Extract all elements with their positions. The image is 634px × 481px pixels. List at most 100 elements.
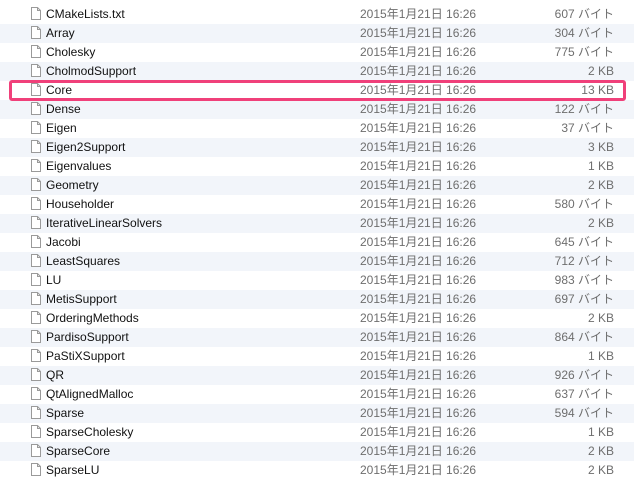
file-row[interactable]: Cholesky 2015年1月21日 16:26 775 バイト	[0, 43, 634, 62]
file-size: 3 KB	[587, 140, 614, 154]
file-size: 712 バイト	[554, 254, 614, 268]
file-date: 2015年1月21日 16:26	[360, 26, 477, 40]
file-row[interactable]: Eigenvalues 2015年1月21日 16:26 1 KB	[0, 157, 634, 176]
document-icon	[31, 121, 41, 134]
file-size: 607 バイト	[554, 7, 614, 21]
file-date: 2015年1月21日 16:26	[360, 387, 477, 401]
file-date: 2015年1月21日 16:26	[360, 197, 477, 211]
file-row[interactable]: QR 2015年1月21日 16:26 926 バイト	[0, 366, 634, 385]
file-date: 2015年1月21日 16:26	[360, 83, 477, 97]
file-row[interactable]: CMakeLists.txt 2015年1月21日 16:26 607 バイト	[0, 5, 634, 24]
file-row[interactable]: MetisSupport 2015年1月21日 16:26 697 バイト	[0, 290, 634, 309]
file-name: Geometry	[46, 178, 99, 192]
file-name: Core	[46, 83, 73, 97]
file-row[interactable]: IterativeLinearSolvers 2015年1月21日 16:26 2 …	[0, 214, 634, 233]
file-date: 2015年1月21日 16:26	[360, 254, 477, 268]
file-date: 2015年1月21日 16:26	[360, 140, 477, 154]
file-date: 2015年1月21日 16:26	[360, 349, 477, 363]
file-row[interactable]: Geometry 2015年1月21日 16:26 2 KB	[0, 176, 634, 195]
file-name: CholmodSupport	[46, 64, 137, 78]
file-row[interactable]: Eigen 2015年1月21日 16:26 37 バイト	[0, 119, 634, 138]
document-icon	[31, 235, 41, 248]
file-date: 2015年1月21日 16:26	[360, 444, 477, 458]
file-size: 864 バイト	[554, 330, 614, 344]
document-icon	[31, 216, 41, 229]
document-icon	[31, 140, 41, 153]
file-row[interactable]: QtAlignedMalloc 2015年1月21日 16:26 637 バイト	[0, 385, 634, 404]
file-size: 37 バイト	[561, 121, 614, 135]
document-icon	[31, 159, 41, 172]
file-row[interactable]: SparseCore 2015年1月21日 16:26 2 KB	[0, 442, 634, 461]
file-row[interactable]: PaStiXSupport 2015年1月21日 16:26 1 KB	[0, 347, 634, 366]
file-size: 304 バイト	[554, 26, 614, 40]
file-name: Array	[46, 26, 75, 40]
file-size: 645 バイト	[554, 235, 614, 249]
file-date: 2015年1月21日 16:26	[360, 235, 477, 249]
document-icon	[31, 102, 41, 115]
file-name: QtAlignedMalloc	[46, 387, 134, 401]
file-size: 1 KB	[587, 159, 614, 173]
file-date: 2015年1月21日 16:26	[360, 425, 477, 439]
file-size: 637 バイト	[554, 387, 614, 401]
file-row[interactable]: Sparse 2015年1月21日 16:26 594 バイト	[0, 404, 634, 423]
file-name: Eigen2Support	[46, 140, 126, 154]
file-name: PardisoSupport	[46, 330, 129, 344]
document-icon	[31, 406, 41, 419]
document-icon	[31, 463, 41, 476]
document-icon	[31, 7, 41, 20]
file-date: 2015年1月21日 16:26	[360, 368, 477, 382]
file-name: IterativeLinearSolvers	[46, 216, 163, 230]
file-date: 2015年1月21日 16:26	[360, 330, 477, 344]
file-name: Householder	[46, 197, 115, 211]
file-row[interactable]: SparseCholesky 2015年1月21日 16:26 1 KB	[0, 423, 634, 442]
file-row[interactable]: LU 2015年1月21日 16:26 983 バイト	[0, 271, 634, 290]
file-size: 983 バイト	[554, 273, 614, 287]
file-size: 1 KB	[587, 425, 614, 439]
file-size: 2 KB	[587, 216, 614, 230]
file-row[interactable]: Householder 2015年1月21日 16:26 580 バイト	[0, 195, 634, 214]
file-row[interactable]: Jacobi 2015年1月21日 16:26 645 バイト	[0, 233, 634, 252]
file-row[interactable]: LeastSquares 2015年1月21日 16:26 712 バイト	[0, 252, 634, 271]
file-size: 2 KB	[587, 64, 614, 78]
file-name: Sparse	[46, 406, 85, 420]
file-name: Eigenvalues	[46, 159, 112, 173]
file-size: 1 KB	[587, 349, 614, 363]
file-date: 2015年1月21日 16:26	[360, 64, 477, 78]
file-row[interactable]: CholmodSupport 2015年1月21日 16:26 2 KB	[0, 62, 634, 81]
file-size: 2 KB	[587, 444, 614, 458]
file-name: Eigen	[46, 121, 77, 135]
file-date: 2015年1月21日 16:26	[360, 406, 477, 420]
file-name: SparseLU	[46, 463, 100, 477]
file-name: Jacobi	[46, 235, 81, 249]
file-date: 2015年1月21日 16:26	[360, 463, 477, 477]
file-date: 2015年1月21日 16:26	[360, 102, 477, 116]
file-date: 2015年1月21日 16:26	[360, 216, 477, 230]
file-name: MetisSupport	[46, 292, 117, 306]
file-row[interactable]: Eigen2Support 2015年1月21日 16:26 3 KB	[0, 138, 634, 157]
file-size: 775 バイト	[554, 45, 614, 59]
file-row[interactable]: OrderingMethods 2015年1月21日 16:26 2 KB	[0, 309, 634, 328]
file-date: 2015年1月21日 16:26	[360, 178, 477, 192]
file-row[interactable]: Dense 2015年1月21日 16:26 122 バイト	[0, 100, 634, 119]
file-name: OrderingMethods	[46, 311, 139, 325]
document-icon	[31, 349, 41, 362]
document-icon	[31, 311, 41, 324]
file-size: 594 バイト	[554, 406, 614, 420]
file-size: 926 バイト	[554, 368, 614, 382]
file-name: QR	[46, 368, 64, 382]
file-row[interactable]: Core 2015年1月21日 16:26 13 KB	[0, 81, 634, 100]
document-icon	[31, 368, 41, 381]
file-row[interactable]: PardisoSupport 2015年1月21日 16:26 864 バイト	[0, 328, 634, 347]
file-date: 2015年1月21日 16:26	[360, 159, 477, 173]
file-size: 2 KB	[587, 311, 614, 325]
file-date: 2015年1月21日 16:26	[360, 311, 477, 325]
document-icon	[31, 64, 41, 77]
file-row[interactable]: SparseLU 2015年1月21日 16:26 2 KB	[0, 461, 634, 480]
file-name: LeastSquares	[46, 254, 121, 268]
file-size: 2 KB	[587, 463, 614, 477]
document-icon	[31, 425, 41, 438]
file-row[interactable]: Array 2015年1月21日 16:26 304 バイト	[0, 24, 634, 43]
file-size: 122 バイト	[554, 102, 614, 116]
file-date: 2015年1月21日 16:26	[360, 273, 477, 287]
document-icon	[31, 330, 41, 343]
